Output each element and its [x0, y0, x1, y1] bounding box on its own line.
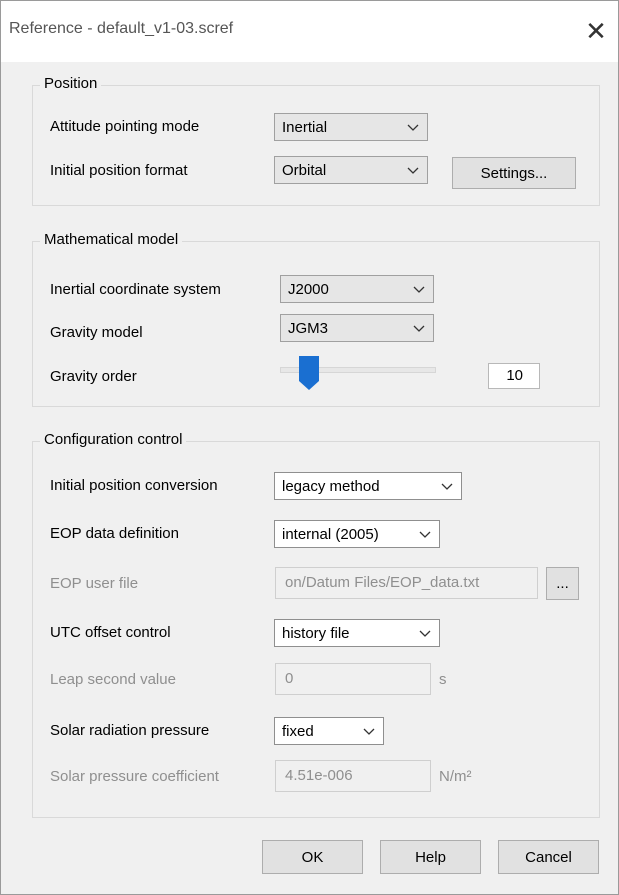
conversion-label: Initial position conversion — [50, 477, 218, 494]
utc-label: UTC offset control — [50, 624, 171, 641]
inertial-label: Inertial coordinate system — [50, 281, 221, 298]
chevron-down-icon — [363, 728, 375, 735]
cancel-button-label: Cancel — [525, 848, 572, 866]
settings-button[interactable]: Settings... — [452, 157, 576, 189]
conversion-select[interactable]: legacy method — [274, 472, 462, 500]
chevron-down-icon — [407, 124, 419, 131]
format-select[interactable]: Orbital — [274, 156, 428, 184]
ok-button[interactable]: OK — [262, 840, 363, 874]
leap-unit: s — [439, 671, 447, 688]
gravity-model-value: JGM3 — [288, 320, 329, 337]
ok-button-label: OK — [301, 848, 324, 866]
utc-value: history file — [282, 625, 350, 642]
chevron-down-icon — [441, 483, 453, 490]
attitude-select[interactable]: Inertial — [274, 113, 428, 141]
format-value: Orbital — [282, 162, 327, 179]
title-bar: Reference - default_v1-03.scref ✕ — [0, 0, 619, 62]
browse-button[interactable]: ... — [546, 567, 579, 600]
coef-label: Solar pressure coefficient — [50, 768, 219, 785]
eop-def-value: internal (2005) — [282, 526, 379, 543]
attitude-label: Attitude pointing mode — [50, 118, 200, 135]
config-group-title: Configuration control — [40, 431, 187, 448]
format-label: Initial position format — [50, 162, 188, 179]
leap-label: Leap second value — [50, 671, 176, 688]
help-button-label: Help — [415, 848, 446, 866]
close-button[interactable]: ✕ — [573, 8, 619, 54]
chevron-down-icon — [413, 325, 425, 332]
eop-file-field: on/Datum Files/EOP_data.txt — [275, 567, 538, 599]
gravity-model-label: Gravity model — [50, 324, 143, 341]
coef-field: 4.51e-006 — [275, 760, 431, 792]
close-icon: ✕ — [585, 15, 607, 46]
gravity-order-slider-thumb[interactable] — [298, 355, 320, 391]
attitude-value: Inertial — [282, 119, 328, 136]
srp-value: fixed — [282, 723, 314, 740]
eop-def-select[interactable]: internal (2005) — [274, 520, 440, 548]
math-model-group-title: Mathematical model — [40, 231, 183, 248]
inertial-select[interactable]: J2000 — [280, 275, 434, 303]
chevron-down-icon — [419, 531, 431, 538]
gravity-order-label: Gravity order — [50, 368, 137, 385]
gravity-model-select[interactable]: JGM3 — [280, 314, 434, 342]
chevron-down-icon — [413, 286, 425, 293]
window-title: Reference - default_v1-03.scref — [9, 20, 234, 37]
chevron-down-icon — [419, 630, 431, 637]
leap-field: 0 — [275, 663, 431, 695]
settings-button-label: Settings... — [480, 164, 548, 182]
srp-label: Solar radiation pressure — [50, 722, 210, 739]
eop-file-label: EOP user file — [50, 575, 139, 592]
inertial-value: J2000 — [288, 281, 329, 298]
srp-select[interactable]: fixed — [274, 717, 384, 745]
position-group-title: Position — [40, 75, 102, 92]
gravity-order-value: 10 — [488, 363, 540, 389]
browse-button-label: ... — [556, 575, 569, 592]
chevron-down-icon — [407, 167, 419, 174]
help-button[interactable]: Help — [380, 840, 481, 874]
cancel-button[interactable]: Cancel — [498, 840, 599, 874]
eop-def-label: EOP data definition — [50, 525, 179, 542]
utc-select[interactable]: history file — [274, 619, 440, 647]
conversion-value: legacy method — [282, 478, 380, 495]
coef-unit: N/m² — [439, 768, 472, 785]
